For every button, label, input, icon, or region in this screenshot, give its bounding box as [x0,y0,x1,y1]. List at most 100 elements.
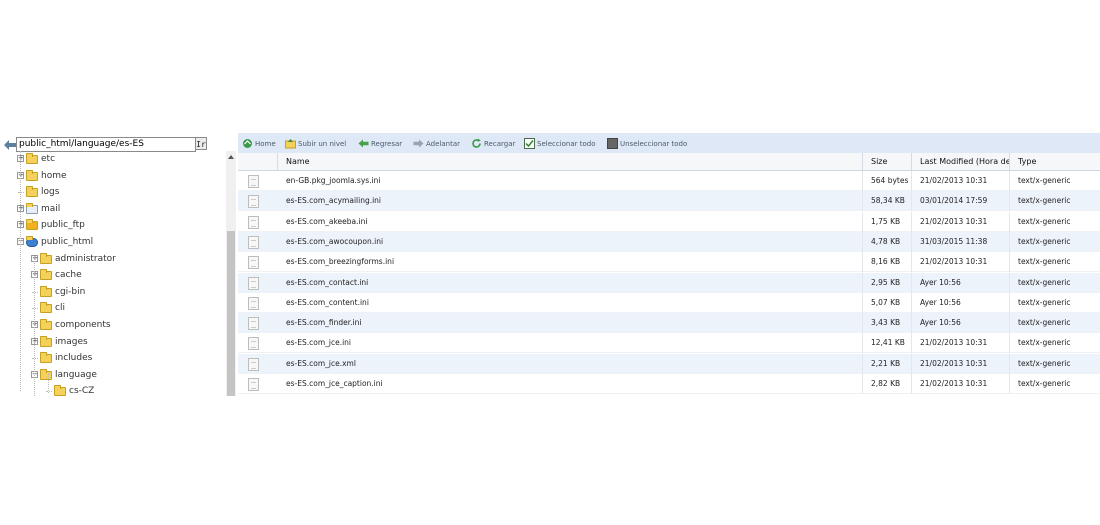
tree-node-label: public_html [41,237,94,247]
file-type-cell: text/x-generic [1018,297,1071,307]
file-modified-cell: 21/02/2013 10:31 [912,171,1010,191]
file-panel: Home Subir un nivel Regresar Adelantar R… [238,133,1100,396]
directory-up-icon[interactable] [3,137,17,151]
folder-icon [40,319,52,330]
file-modified-cell: Ayer 10:56 [912,272,1010,293]
header-type[interactable]: Type [1010,153,1100,170]
file-row[interactable]: es-ES.com_jce_caption.ini 2,82 KB 21/02/20… [238,374,1100,394]
checkbox-unchecked-icon [607,138,618,149]
file-manager: Ir +etc+home logs +mail+public_ftp−public_… [0,133,1100,396]
tree-node-label: home [41,171,67,181]
file-name-cell: es-ES.com_content.ini [278,292,863,313]
file-modified-cell: 21/02/2013 10:31 [912,374,1010,394]
tree-node-label: components [55,320,111,330]
file-modified-cell: Ayer 10:56 [912,292,1010,313]
file-row[interactable]: es-ES.com_acymailing.ini 58,34 KB 03/01/20… [238,191,1100,212]
file-row[interactable]: es-ES.com_finder.ini 3,43 KB Ayer 10:56 tex… [238,313,1100,334]
folder-icon [26,186,38,197]
file-name-cell: en-GB.pkg_joomla.sys.ini [278,171,863,191]
file-size-cell: 1,75 KB [863,211,912,232]
file-type-cell: text/x-generic [1018,277,1071,287]
tree-node-label: public_ftp [41,220,85,230]
tree-node-label: mail [41,204,61,214]
tree-connector [46,391,52,392]
scrollbar-thumb[interactable] [227,231,235,396]
file-row[interactable]: es-ES.com_breezingforms.ini 8,16 KB 21/02/… [238,252,1100,273]
tree-node[interactable]: + public_ftp [0,217,226,233]
folder-up-icon [285,139,296,149]
tree-node[interactable]: + home [0,168,226,184]
go-button[interactable]: Ir [195,137,207,150]
header-name[interactable]: Name [278,153,863,170]
file-row[interactable]: es-ES.com_akeeba.ini 1,75 KB 21/02/2013 10… [238,211,1100,232]
header-size[interactable]: Size [863,153,912,170]
file-type-cell: text/x-generic [1018,338,1071,348]
tree-node-label: cli [55,303,65,313]
file-name-cell: es-ES.com_awocoupon.ini [278,231,863,252]
text-file-icon [248,276,259,290]
file-size-cell: 12,41 KB [863,333,912,354]
file-size-cell: 3,43 KB [863,313,912,334]
file-type-cell: text/x-generic [1018,176,1071,185]
folder-icon [26,170,38,181]
tree-node-label: cs-CZ [69,386,95,396]
text-file-icon [248,215,259,229]
file-row[interactable]: es-ES.com_awocoupon.ini 4,78 KB 31/03/2015… [238,231,1100,252]
file-row[interactable]: es-ES.com_jce.ini 12,41 KB 21/02/2013 10:3… [238,333,1100,354]
tree-node-label: includes [55,353,93,363]
folder-icon [40,269,52,280]
file-row[interactable]: es-ES.com_content.ini 5,07 KB Ayer 10:56 te… [238,292,1100,313]
tree-scrollbar[interactable] [226,151,236,396]
text-file-icon [248,175,259,188]
file-name-cell: es-ES.com_acymailing.ini [278,191,863,212]
file-modified-cell: 21/02/2013 10:31 [912,211,1010,232]
file-row[interactable]: es-ES.com_contact.ini 2,95 KB Ayer 10:56 te… [238,272,1100,293]
file-modified-cell: 03/01/2014 17:59 [912,191,1010,212]
tree-connector [32,292,38,293]
folder-icon [40,302,52,313]
text-file-icon [248,195,259,209]
tree-node[interactable]: − public_html [0,234,226,250]
file-row[interactable]: es-ES.com_jce.xml 2,21 KB 21/02/2013 10:31… [238,353,1100,374]
file-type-cell: text/x-generic [1018,379,1071,388]
tree-guide-line [48,373,49,393]
file-size-cell: 4,78 KB [863,231,912,252]
header-last-modified[interactable]: Last Modified (Hora de v [912,153,1010,170]
file-size-cell: 8,16 KB [863,252,912,273]
folder-icon [40,369,52,380]
tree-node[interactable]: + etc [0,151,226,167]
mail-folder-icon [26,203,38,214]
text-file-icon [248,235,259,249]
tree-guide-line [34,256,35,396]
folder-tree: + etc + home logs + mail + public_ftp − public_htm… [0,151,226,396]
tree-connector [18,192,24,193]
file-name-cell: es-ES.com_jce_caption.ini [278,374,863,394]
file-modified-cell: 21/02/2013 10:31 [912,252,1010,273]
scroll-up-icon[interactable] [228,155,234,159]
file-name-cell: es-ES.com_jce.ini [278,333,863,354]
folder-icon [26,153,38,164]
tree-node-label: language [55,370,97,380]
tree-node[interactable]: logs [0,184,226,200]
reload-icon [472,138,481,148]
text-file-icon [248,357,259,371]
file-size-cell: 2,95 KB [863,272,912,293]
path-input[interactable] [16,137,196,152]
file-modified-cell: 31/03/2015 11:38 [912,231,1010,252]
file-name-cell: es-ES.com_breezingforms.ini [278,252,863,273]
file-name-cell: es-ES.com_contact.ini [278,272,863,293]
tree-connector [32,308,38,309]
tree-node-label: etc [41,154,56,164]
folder-icon [54,385,66,396]
file-size-cell: 2,21 KB [863,353,912,374]
tree-guide-line [20,151,21,391]
ftp-folder-icon [26,219,38,230]
directory-panel: Ir +etc+home logs +mail+public_ftp−public_… [0,133,236,396]
file-size-cell: 2,82 KB [863,374,912,394]
text-file-icon [248,317,259,331]
grid-header: Name Size Last Modified (Hora de v Type [238,153,1100,171]
toolbar: Home Subir un nivel Regresar Adelantar R… [238,133,1100,154]
tree-node[interactable]: + mail [0,201,226,217]
file-row[interactable]: en-GB.pkg_joomla.sys.ini 564 bytes 21/02/2… [238,171,1100,191]
tree-connector [32,358,38,359]
